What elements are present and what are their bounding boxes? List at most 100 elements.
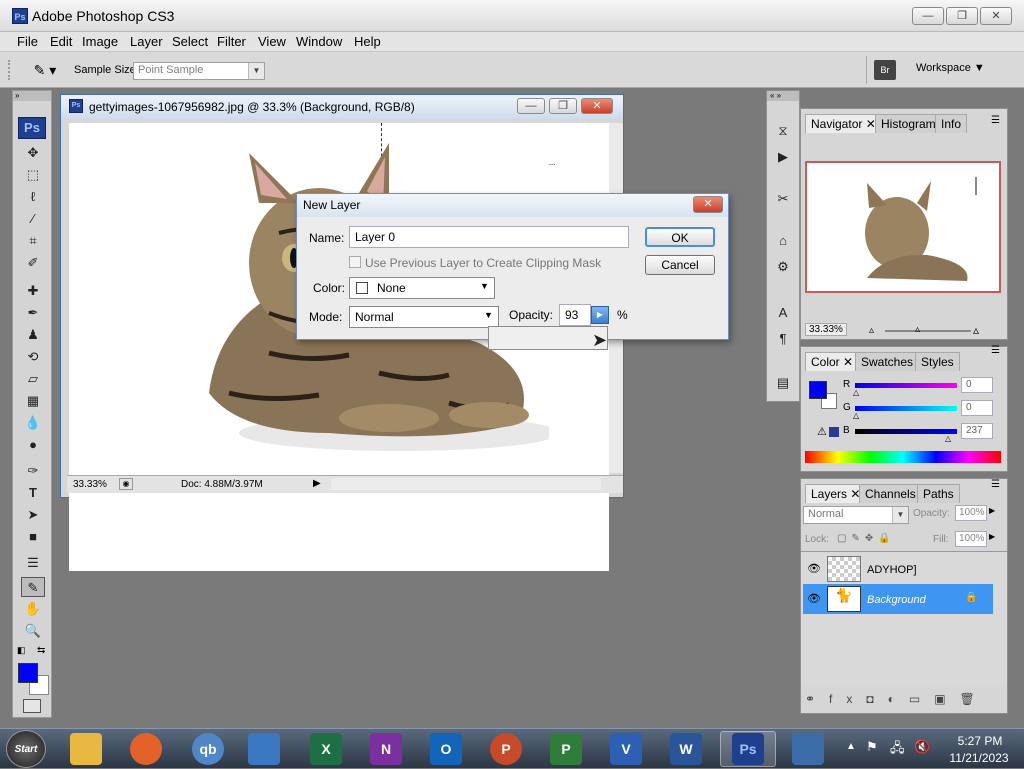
g-value[interactable]: 0 <box>961 400 993 416</box>
photoshop-taskbar-icon[interactable]: Ps <box>732 733 764 765</box>
layer-mode-select[interactable]: Normal ▼ <box>349 306 499 328</box>
clone-source-icon[interactable]: ⚙ <box>771 257 795 277</box>
character-panel-icon[interactable]: A <box>771 303 795 323</box>
bridge-icon[interactable]: Br <box>874 60 896 80</box>
history-panel-icon[interactable]: ⧖ <box>771 121 795 141</box>
installer-icon[interactable] <box>792 733 824 765</box>
r-slider[interactable] <box>855 383 957 388</box>
tab-navigator[interactable]: Navigator ✕ <box>805 114 882 133</box>
status-menu-arrow-icon[interactable]: ▶ <box>313 478 321 489</box>
menu-view[interactable]: View <box>258 34 286 49</box>
blend-mode-select[interactable]: Normal ▼ <box>803 506 909 524</box>
menu-edit[interactable]: Edit <box>50 34 72 49</box>
panel-menu-icon[interactable]: ☰ <box>991 115 1000 126</box>
menu-select[interactable]: Select <box>172 34 208 49</box>
layer-opacity-value[interactable]: 100% <box>955 505 987 521</box>
menu-filter[interactable]: Filter <box>217 34 246 49</box>
start-button[interactable]: Start <box>6 730 46 768</box>
foreground-color-swatch[interactable] <box>18 663 38 683</box>
opacity-input[interactable]: 93 <box>559 304 591 326</box>
layers-panel-menu-icon[interactable]: ☰ <box>991 479 1000 490</box>
doc-minimize-button[interactable]: — <box>517 98 545 114</box>
blur-tool-icon[interactable]: 💧 <box>21 413 45 433</box>
ps-logo[interactable]: Ps <box>18 117 46 139</box>
ok-button[interactable]: OK <box>645 227 715 247</box>
dialog-close-button[interactable]: ✕ <box>693 196 723 213</box>
eyedropper-preset-icon[interactable]: ✎ ▾ <box>26 60 64 80</box>
tab-info[interactable]: Info <box>935 114 968 133</box>
hand-tool-icon[interactable]: ✋ <box>21 599 45 619</box>
volume-muted-icon[interactable]: 🔇 <box>914 739 930 755</box>
layer-row[interactable]: 👁 ADYHOP] <box>803 554 993 584</box>
paragraph-panel-icon[interactable]: ¶ <box>771 329 795 349</box>
options-grip[interactable] <box>8 60 18 80</box>
menu-image[interactable]: Image <box>82 34 118 49</box>
minimize-button[interactable]: — <box>912 7 944 25</box>
tool-presets-icon[interactable]: ✂ <box>771 189 795 209</box>
g-slider-thumb[interactable]: △ <box>853 411 859 420</box>
menu-window[interactable]: Window <box>296 34 342 49</box>
tab-paths[interactable]: Paths <box>917 484 960 503</box>
gradient-tool-icon[interactable]: ▦ <box>21 391 45 411</box>
move-tool-icon[interactable]: ✥ <box>21 143 45 163</box>
eyedropper-tool-icon[interactable]: ✎ <box>21 577 45 597</box>
fill-value[interactable]: 100% <box>955 531 987 547</box>
b-value[interactable]: 237 <box>961 423 993 439</box>
layers-footer-icons[interactable]: ⚭fx◘◐▭▣🗑 <box>805 689 1005 709</box>
zoom-out-icon[interactable]: ▵ <box>869 325 874 336</box>
word-icon[interactable]: W <box>670 733 702 765</box>
sample-size-select[interactable]: Point Sample ▼ <box>133 62 265 80</box>
clock-time[interactable]: 5:27 PM <box>950 734 1010 748</box>
dock-grip[interactable]: « » <box>767 91 799 101</box>
powerpoint-icon[interactable]: P <box>490 733 522 765</box>
network-icon[interactable]: 🖧 <box>890 739 905 761</box>
quickbooks-icon[interactable]: qb <box>192 733 224 765</box>
tab-styles[interactable]: Styles <box>915 352 960 371</box>
r-slider-thumb[interactable]: △ <box>853 388 859 397</box>
layer-comps-icon[interactable]: ▤ <box>771 373 795 393</box>
dodge-tool-icon[interactable]: ● <box>21 435 45 455</box>
brushes-panel-icon[interactable]: ⌂ <box>771 231 795 251</box>
brush-tool-icon[interactable]: ✒ <box>21 303 45 323</box>
tab-channels[interactable]: Channels <box>859 484 922 503</box>
firefox-icon[interactable] <box>130 733 162 765</box>
fill-arrow-icon[interactable]: ▶ <box>989 532 995 541</box>
doc-restore-button[interactable]: ❐ <box>549 98 577 114</box>
excel-icon[interactable]: X <box>310 733 342 765</box>
color-panel-menu-icon[interactable]: ☰ <box>991 345 1000 356</box>
default-colors-icon[interactable]: ◧ <box>17 645 26 656</box>
tab-histogram[interactable]: Histogram <box>875 114 942 133</box>
color-fg-swatch[interactable] <box>809 381 827 399</box>
opacity-arrow-icon[interactable]: ▶ <box>989 506 995 515</box>
b-slider-thumb[interactable]: △ <box>945 434 951 443</box>
close-button[interactable]: ✕ <box>980 7 1012 25</box>
cancel-button[interactable]: Cancel <box>645 255 715 275</box>
layer-color-select[interactable]: None ▼ <box>349 277 495 299</box>
zoom-slider-track[interactable] <box>885 330 971 332</box>
toolbox-grip[interactable]: » <box>13 91 51 101</box>
swap-colors-icon[interactable]: ⇆ <box>37 645 45 656</box>
navigator-zoom[interactable]: 33.33% <box>805 323 847 336</box>
layer-name-input[interactable]: Layer 0 <box>349 226 629 248</box>
document-title-bar[interactable]: Ps gettyimages-1067956982.jpg @ 33.3% (B… <box>61 95 623 119</box>
action-center-flag-icon[interactable]: ⚑ <box>866 739 878 755</box>
notes-tool-icon[interactable]: ☰ <box>21 553 45 573</box>
layer-row-selected[interactable]: 👁 🐈 Background 🔒 <box>803 584 993 614</box>
outlook-icon[interactable]: O <box>430 733 462 765</box>
visibility-eye-icon[interactable]: 👁 <box>807 562 821 575</box>
zoom-in-icon[interactable]: ▵ <box>973 323 979 337</box>
crop-tool-icon[interactable]: ⌗ <box>21 231 45 251</box>
tab-swatches[interactable]: Swatches <box>855 352 920 371</box>
remote-desktop-icon[interactable] <box>248 733 280 765</box>
slice-tool-icon[interactable]: ✐ <box>21 253 45 273</box>
pen-tool-icon[interactable]: ✑ <box>21 461 45 481</box>
menu-file[interactable]: File <box>17 34 38 49</box>
path-select-tool-icon[interactable]: ➤ <box>21 505 45 525</box>
status-icon[interactable]: ◉ <box>119 478 133 490</box>
horizontal-scrollbar[interactable] <box>331 478 601 490</box>
menu-layer[interactable]: Layer <box>130 34 163 49</box>
gamut-swatch[interactable] <box>829 427 839 437</box>
quick-mask-icon[interactable] <box>23 699 41 713</box>
lock-icons[interactable]: ▢✎✥🔒 <box>837 533 896 544</box>
doc-close-button[interactable]: ✕ <box>581 98 613 114</box>
